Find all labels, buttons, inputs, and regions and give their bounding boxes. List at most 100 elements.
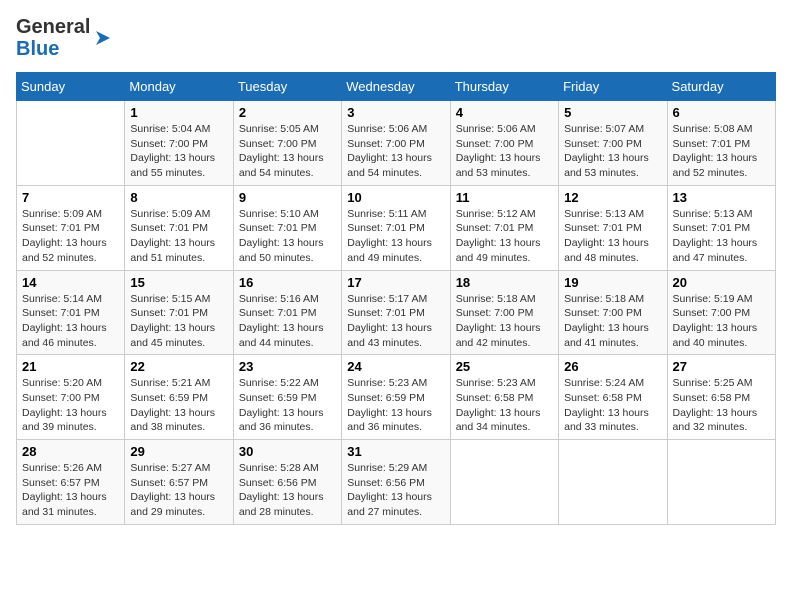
logo-arrow-icon xyxy=(92,27,114,49)
calendar-cell: 30Sunrise: 5:28 AMSunset: 6:56 PMDayligh… xyxy=(233,440,341,525)
day-number: 23 xyxy=(239,359,336,374)
day-number: 26 xyxy=(564,359,661,374)
calendar-cell: 21Sunrise: 5:20 AMSunset: 7:00 PMDayligh… xyxy=(17,355,125,440)
cell-info: Sunset: 7:01 PM xyxy=(130,221,227,236)
cell-info: Sunrise: 5:17 AM xyxy=(347,292,444,307)
cell-info: Daylight: 13 hours xyxy=(130,321,227,336)
calendar-cell: 17 Sunrise: 5:17 AMSunset: 7:01 PMDayligh… xyxy=(342,270,450,355)
cell-info: Sunset: 7:01 PM xyxy=(130,306,227,321)
day-number: 21 xyxy=(22,359,119,374)
cell-info: and 49 minutes. xyxy=(347,251,444,266)
cell-info: Daylight: 13 hours xyxy=(564,321,661,336)
cell-info: Sunset: 7:01 PM xyxy=(564,221,661,236)
calendar-cell: 25Sunrise: 5:23 AMSunset: 6:58 PMDayligh… xyxy=(450,355,558,440)
cell-info: Sunrise: 5:25 AM xyxy=(673,376,770,391)
cell-info: and 40 minutes. xyxy=(673,336,770,351)
cell-info: Sunset: 7:01 PM xyxy=(673,137,770,152)
cell-info: Sunset: 6:58 PM xyxy=(564,391,661,406)
calendar-cell: 6Sunrise: 5:08 AMSunset: 7:01 PMDaylight… xyxy=(667,101,775,186)
cell-info: Daylight: 13 hours xyxy=(456,321,553,336)
cell-info: and 50 minutes. xyxy=(239,251,336,266)
day-number: 29 xyxy=(130,444,227,459)
calendar-cell: 4Sunrise: 5:06 AMSunset: 7:00 PMDaylight… xyxy=(450,101,558,186)
cell-info: Sunset: 6:56 PM xyxy=(239,476,336,491)
day-number: 13 xyxy=(673,190,770,205)
cell-info: Sunrise: 5:16 AM xyxy=(239,292,336,307)
cell-info: Daylight: 13 hours xyxy=(347,406,444,421)
cell-info: Sunset: 6:59 PM xyxy=(239,391,336,406)
cell-info: Sunrise: 5:23 AM xyxy=(456,376,553,391)
logo: General Blue xyxy=(16,16,114,60)
calendar-cell: 1Sunrise: 5:04 AMSunset: 7:00 PMDaylight… xyxy=(125,101,233,186)
day-number: 31 xyxy=(347,444,444,459)
day-number: 4 xyxy=(456,105,553,120)
calendar-cell: 13Sunrise: 5:13 AMSunset: 7:01 PMDayligh… xyxy=(667,185,775,270)
cell-info: Sunrise: 5:11 AM xyxy=(347,207,444,222)
cell-info: and 44 minutes. xyxy=(239,336,336,351)
cell-info: Sunset: 7:00 PM xyxy=(239,137,336,152)
cell-info: Sunrise: 5:18 AM xyxy=(564,292,661,307)
calendar-cell: 12Sunrise: 5:13 AMSunset: 7:01 PMDayligh… xyxy=(559,185,667,270)
cell-info: and 48 minutes. xyxy=(564,251,661,266)
cell-info: Daylight: 13 hours xyxy=(22,236,119,251)
calendar-cell xyxy=(17,101,125,186)
calendar-cell: 15Sunrise: 5:15 AMSunset: 7:01 PMDayligh… xyxy=(125,270,233,355)
cell-info: and 45 minutes. xyxy=(130,336,227,351)
day-number: 3 xyxy=(347,105,444,120)
cell-info: Sunset: 6:57 PM xyxy=(22,476,119,491)
calendar-table: SundayMondayTuesdayWednesdayThursdayFrid… xyxy=(16,72,776,525)
cell-info: and 33 minutes. xyxy=(564,420,661,435)
day-header-saturday: Saturday xyxy=(667,73,775,101)
day-number: 5 xyxy=(564,105,661,120)
day-header-thursday: Thursday xyxy=(450,73,558,101)
day-number: 10 xyxy=(347,190,444,205)
cell-info: Sunrise: 5:23 AM xyxy=(347,376,444,391)
day-header-sunday: Sunday xyxy=(17,73,125,101)
cell-info: Sunset: 6:59 PM xyxy=(130,391,227,406)
calendar-cell xyxy=(667,440,775,525)
cell-info: Daylight: 13 hours xyxy=(347,321,444,336)
cell-info: Sunrise: 5:27 AM xyxy=(130,461,227,476)
day-number: 18 xyxy=(456,275,553,290)
cell-info: Daylight: 13 hours xyxy=(456,406,553,421)
cell-info: Sunset: 7:00 PM xyxy=(347,137,444,152)
cell-info: Sunset: 7:01 PM xyxy=(347,306,444,321)
cell-info: Sunrise: 5:29 AM xyxy=(347,461,444,476)
cell-info: Sunset: 7:01 PM xyxy=(22,306,119,321)
day-number: 20 xyxy=(673,275,770,290)
cell-info: Daylight: 13 hours xyxy=(22,490,119,505)
day-number: 17 xyxy=(347,275,444,290)
calendar-cell: 10Sunrise: 5:11 AMSunset: 7:01 PMDayligh… xyxy=(342,185,450,270)
day-header-tuesday: Tuesday xyxy=(233,73,341,101)
cell-info: Sunrise: 5:13 AM xyxy=(673,207,770,222)
cell-info: Sunrise: 5:24 AM xyxy=(564,376,661,391)
calendar-cell: 22Sunrise: 5:21 AMSunset: 6:59 PMDayligh… xyxy=(125,355,233,440)
day-number: 6 xyxy=(673,105,770,120)
calendar-cell: 7Sunrise: 5:09 AMSunset: 7:01 PMDaylight… xyxy=(17,185,125,270)
cell-info: Sunrise: 5:09 AM xyxy=(22,207,119,222)
cell-info: and 29 minutes. xyxy=(130,505,227,520)
cell-info: Sunrise: 5:28 AM xyxy=(239,461,336,476)
calendar-cell: 9Sunrise: 5:10 AMSunset: 7:01 PMDaylight… xyxy=(233,185,341,270)
cell-info: Daylight: 13 hours xyxy=(564,236,661,251)
cell-info: and 36 minutes. xyxy=(239,420,336,435)
cell-info: Sunset: 6:57 PM xyxy=(130,476,227,491)
cell-info: Sunrise: 5:19 AM xyxy=(673,292,770,307)
cell-info: Daylight: 13 hours xyxy=(673,321,770,336)
cell-info: Sunrise: 5:14 AM xyxy=(22,292,119,307)
day-number: 24 xyxy=(347,359,444,374)
cell-info: and 28 minutes. xyxy=(239,505,336,520)
cell-info: Daylight: 13 hours xyxy=(130,490,227,505)
calendar-cell: 14Sunrise: 5:14 AMSunset: 7:01 PMDayligh… xyxy=(17,270,125,355)
cell-info: Sunset: 7:00 PM xyxy=(564,306,661,321)
cell-info: Sunset: 7:00 PM xyxy=(456,137,553,152)
cell-info: and 31 minutes. xyxy=(22,505,119,520)
cell-info: Sunrise: 5:06 AM xyxy=(456,122,553,137)
day-number: 8 xyxy=(130,190,227,205)
day-number: 9 xyxy=(239,190,336,205)
cell-info: Sunset: 7:01 PM xyxy=(456,221,553,236)
cell-info: Daylight: 13 hours xyxy=(347,236,444,251)
day-number: 12 xyxy=(564,190,661,205)
cell-info: Daylight: 13 hours xyxy=(22,406,119,421)
day-number: 11 xyxy=(456,190,553,205)
